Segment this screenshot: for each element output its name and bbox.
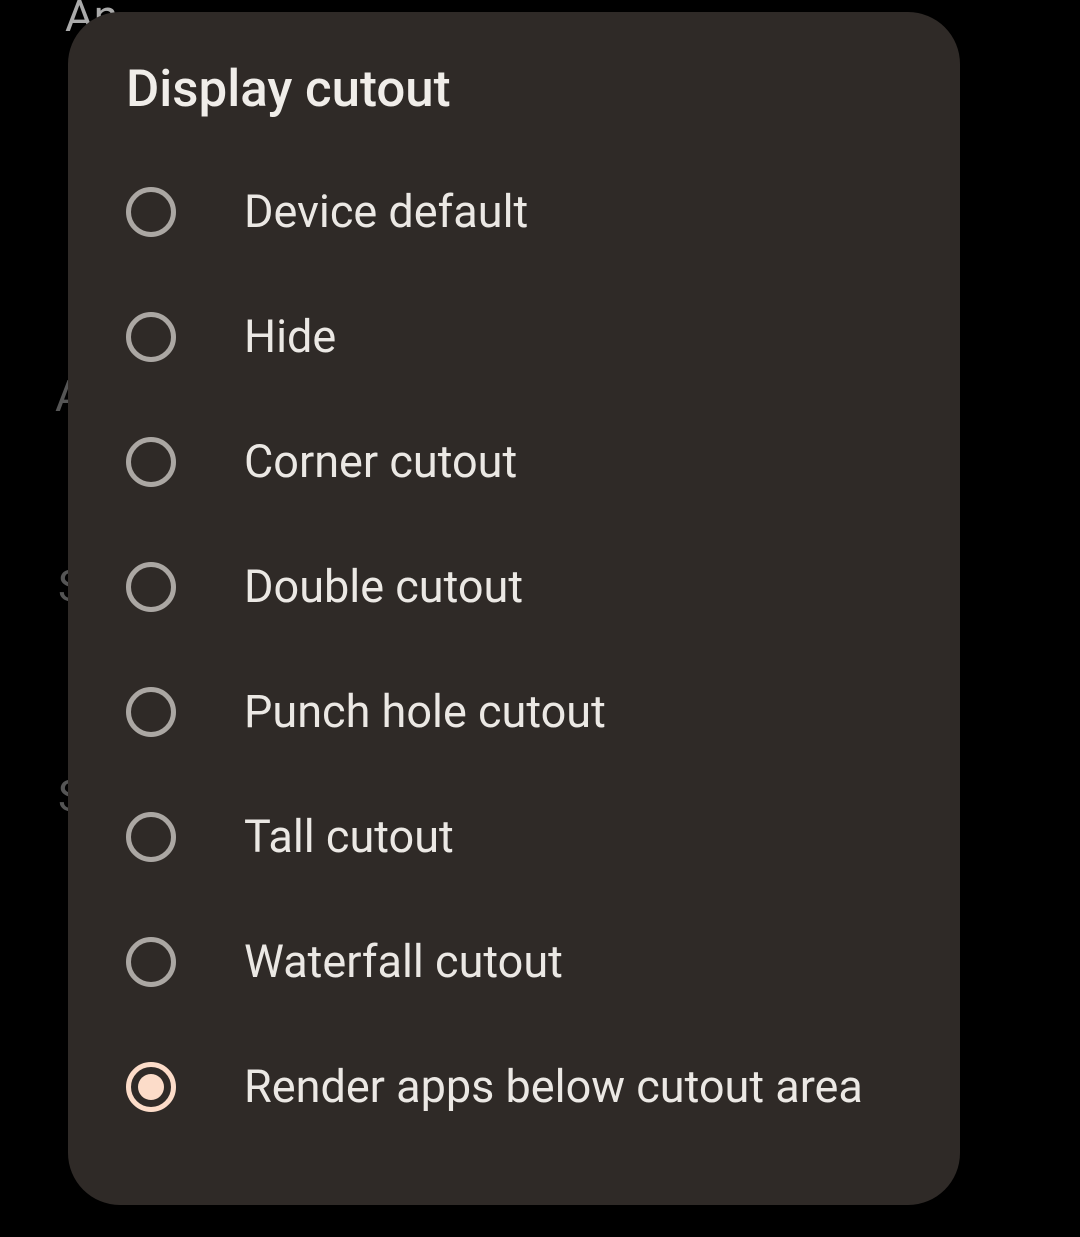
radio-label: Waterfall cutout xyxy=(244,935,563,988)
radio-label: Tall cutout xyxy=(244,810,454,863)
radio-option-render-apps-below-cutout[interactable]: Render apps below cutout area xyxy=(68,1024,960,1149)
radio-label: Device default xyxy=(244,185,528,238)
radio-option-hide[interactable]: Hide xyxy=(68,274,960,399)
radio-label: Double cutout xyxy=(244,560,523,613)
radio-label: Corner cutout xyxy=(244,435,517,488)
radio-icon xyxy=(126,437,176,487)
radio-label: Punch hole cutout xyxy=(244,685,606,738)
radio-option-double-cutout[interactable]: Double cutout xyxy=(68,524,960,649)
radio-option-punch-hole-cutout[interactable]: Punch hole cutout xyxy=(68,649,960,774)
radio-icon xyxy=(126,812,176,862)
radio-icon xyxy=(126,937,176,987)
radio-option-waterfall-cutout[interactable]: Waterfall cutout xyxy=(68,899,960,1024)
radio-icon xyxy=(126,187,176,237)
radio-option-device-default[interactable]: Device default xyxy=(68,149,960,274)
radio-label: Hide xyxy=(244,310,336,363)
radio-icon xyxy=(126,562,176,612)
radio-icon-selected xyxy=(126,1062,176,1112)
display-cutout-dialog: Display cutout Device default Hide Corne… xyxy=(68,12,960,1205)
radio-icon xyxy=(126,312,176,362)
radio-icon xyxy=(126,687,176,737)
radio-label: Render apps below cutout area xyxy=(244,1060,863,1113)
radio-options-list: Device default Hide Corner cutout Double… xyxy=(68,149,960,1149)
radio-option-tall-cutout[interactable]: Tall cutout xyxy=(68,774,960,899)
dialog-title: Display cutout xyxy=(68,60,960,149)
radio-option-corner-cutout[interactable]: Corner cutout xyxy=(68,399,960,524)
